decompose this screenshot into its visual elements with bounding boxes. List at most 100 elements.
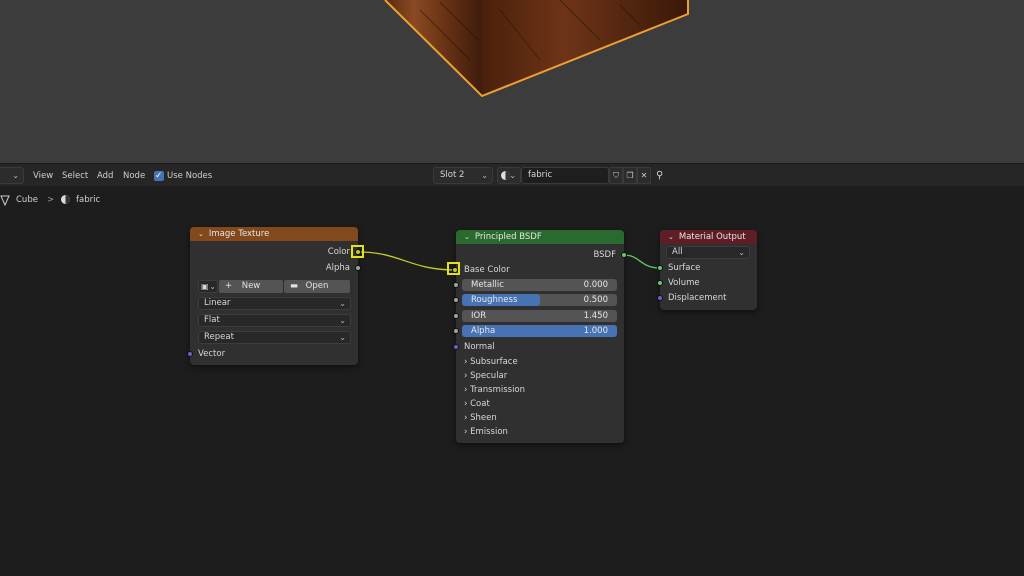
- unlink-material-button[interactable]: ✕: [637, 167, 651, 184]
- shield-icon: ⛉: [613, 171, 619, 180]
- slider-label: Metallic: [471, 280, 504, 290]
- metallic-slider[interactable]: Metallic 0.000: [462, 279, 617, 291]
- menu-view[interactable]: View: [33, 169, 53, 183]
- chevron-down-icon: ⌄: [209, 282, 216, 291]
- input-base-color: Base Color: [456, 263, 624, 277]
- material-sphere-icon: [61, 195, 70, 204]
- input-vector: Vector: [190, 347, 358, 361]
- material-output-node[interactable]: ⌄ Material Output All ⌄ Surface Volume Di…: [657, 230, 757, 310]
- panel-specular[interactable]: › Specular: [456, 369, 624, 383]
- plus-icon: +: [225, 281, 233, 291]
- chevron-right-icon: ›: [464, 357, 468, 367]
- chevron-right-icon: ›: [464, 399, 468, 409]
- panel-label: Subsurface: [470, 357, 518, 367]
- projection-dropdown[interactable]: Flat ⌄: [198, 314, 351, 327]
- slider-value: 0.000: [583, 280, 608, 290]
- roughness-socket[interactable]: [453, 297, 459, 303]
- chevron-down-icon: ⌄: [339, 316, 346, 325]
- new-image-button[interactable]: + New: [219, 280, 283, 293]
- node-header[interactable]: ⌄ Material Output: [660, 230, 757, 244]
- extension-dropdown[interactable]: Repeat ⌄: [198, 331, 351, 344]
- panel-coat[interactable]: › Coat: [456, 397, 624, 411]
- duplicate-material-button[interactable]: ❐: [623, 167, 637, 184]
- mesh-icon: [0, 195, 10, 206]
- socket-label: Surface: [668, 263, 701, 273]
- roughness-slider[interactable]: Roughness 0.500: [462, 294, 617, 306]
- bsdf-output-socket[interactable]: [621, 252, 627, 258]
- use-nodes-label: Use Nodes: [167, 171, 213, 181]
- open-label: Open: [305, 281, 329, 291]
- panel-sheen[interactable]: › Sheen: [456, 411, 624, 425]
- slot-dropdown[interactable]: Slot 2 ⌄: [433, 167, 493, 184]
- breadcrumb-separator: >: [47, 195, 55, 205]
- node-title: Principled BSDF: [474, 232, 542, 242]
- output-color: Color: [190, 245, 358, 259]
- menu-select[interactable]: Select: [62, 169, 88, 183]
- chevron-down-icon: ⌄: [738, 248, 745, 257]
- node-header[interactable]: ⌄ Image Texture: [190, 227, 358, 241]
- socket-label: Volume: [668, 278, 700, 288]
- metallic-socket[interactable]: [453, 282, 459, 288]
- fake-user-button[interactable]: ⛉: [609, 167, 623, 184]
- 3d-viewport[interactable]: [0, 0, 1024, 163]
- link-bsdf-to-surface: [623, 254, 661, 269]
- panel-transmission[interactable]: › Transmission: [456, 383, 624, 397]
- material-name-field[interactable]: fabric: [521, 167, 609, 184]
- panel-label: Specular: [470, 371, 508, 381]
- panel-label: Transmission: [470, 385, 526, 395]
- image-texture-node[interactable]: ⌄ Image Texture Color Alpha ▣ ⌄ + New ▬ O…: [187, 227, 361, 365]
- panel-label: Coat: [470, 399, 490, 409]
- panel-subsurface[interactable]: › Subsurface: [456, 355, 624, 369]
- principled-bsdf-node[interactable]: ⌄ Principled BSDF BSDF Base Color Metalli…: [453, 230, 627, 443]
- socket-label: Normal: [464, 342, 495, 352]
- material-name: fabric: [528, 170, 553, 180]
- extension-value: Repeat: [204, 332, 234, 342]
- editor-type-dropdown[interactable]: ⌄: [0, 167, 24, 184]
- duplicate-icon: ❐: [626, 171, 634, 180]
- socket-label: Vector: [198, 349, 226, 359]
- menu-add[interactable]: Add: [97, 169, 113, 183]
- socket-label: Displacement: [668, 293, 727, 303]
- slider-value: 1.000: [583, 326, 608, 336]
- folder-icon: ▬: [290, 281, 299, 291]
- chevron-down-icon: ⌄: [509, 171, 516, 180]
- projection-value: Flat: [204, 315, 220, 325]
- material-browse-button[interactable]: ⌄: [497, 167, 521, 184]
- chevron-down-icon[interactable]: ⌄: [464, 230, 470, 244]
- chevron-down-icon[interactable]: ⌄: [198, 227, 204, 241]
- chevron-down-icon[interactable]: ⌄: [668, 230, 674, 244]
- checkbox-checked-icon: [154, 169, 164, 183]
- open-image-button[interactable]: ▬ Open: [284, 280, 350, 293]
- chevron-right-icon: ›: [464, 371, 468, 381]
- target-value: All: [672, 247, 683, 257]
- alpha-socket[interactable]: [453, 328, 459, 334]
- slot-label: Slot 2: [440, 170, 465, 180]
- target-dropdown[interactable]: All ⌄: [666, 246, 750, 259]
- ior-socket[interactable]: [453, 313, 459, 319]
- node-title: Image Texture: [208, 229, 270, 239]
- chevron-down-icon: ⌄: [12, 171, 19, 180]
- color-output-highlight: [351, 245, 364, 258]
- ior-slider[interactable]: IOR 1.450: [462, 310, 617, 322]
- chevron-right-icon: ›: [464, 427, 468, 437]
- input-normal: Normal: [456, 340, 624, 354]
- image-browse-button[interactable]: ▣ ⌄: [198, 280, 218, 293]
- chevron-down-icon: ⌄: [339, 299, 346, 308]
- alpha-slider[interactable]: Alpha 1.000: [462, 325, 617, 337]
- panel-emission[interactable]: › Emission: [456, 425, 624, 439]
- input-surface: Surface: [660, 261, 757, 275]
- output-bsdf: BSDF: [456, 248, 624, 262]
- chevron-right-icon: ›: [464, 413, 468, 423]
- alpha-output-socket[interactable]: [355, 265, 361, 271]
- interpolation-dropdown[interactable]: Linear ⌄: [198, 297, 351, 310]
- pin-icon[interactable]: ⚲: [656, 169, 663, 183]
- breadcrumb-material: fabric: [76, 195, 101, 205]
- output-alpha: Alpha: [190, 261, 358, 275]
- node-header[interactable]: ⌄ Principled BSDF: [456, 230, 624, 244]
- use-nodes-toggle[interactable]: Use Nodes: [154, 169, 224, 183]
- link-color-to-base-color: [358, 251, 456, 271]
- menu-node[interactable]: Node: [123, 169, 145, 183]
- panel-label: Emission: [470, 427, 508, 437]
- node-editor-header: ⌄ View Select Add Node Use Nodes Slot 2 …: [0, 163, 1024, 186]
- socket-label: Alpha: [325, 263, 350, 273]
